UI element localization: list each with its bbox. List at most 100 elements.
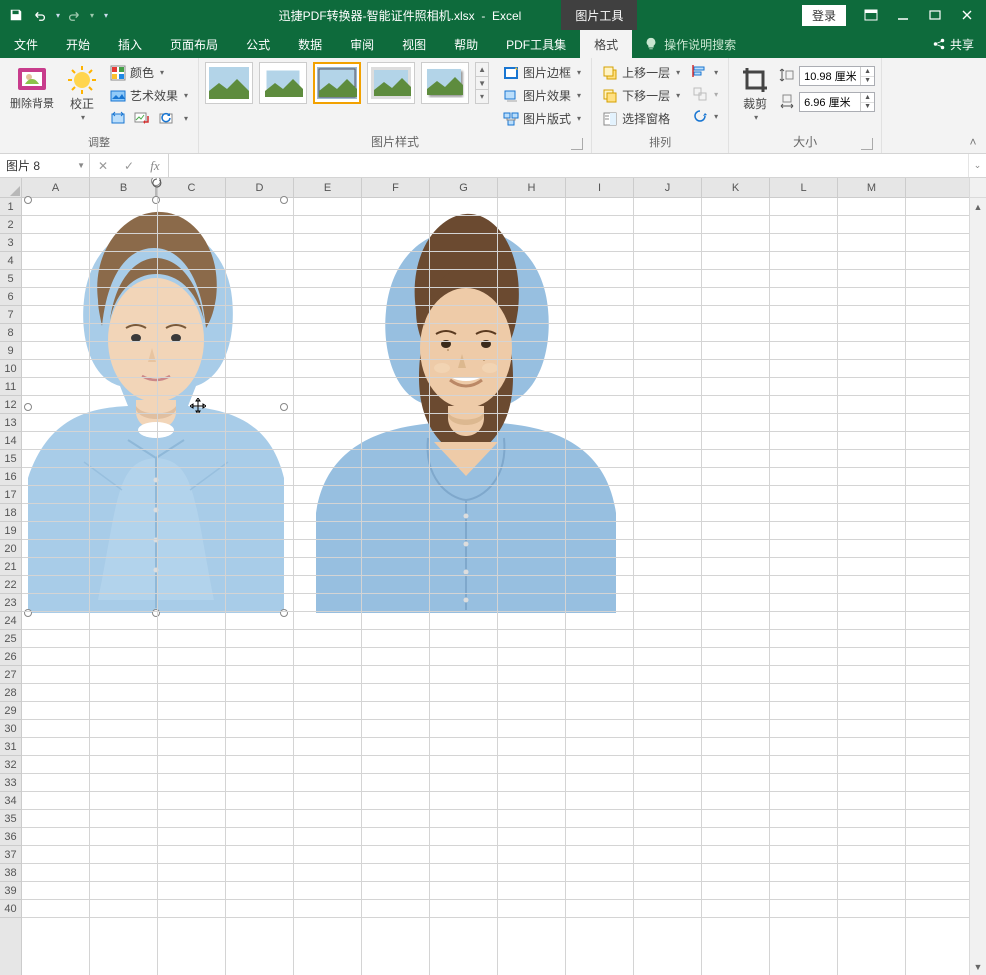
tab-formulas[interactable]: 公式 — [232, 30, 284, 58]
row-header[interactable]: 28 — [0, 684, 21, 702]
ribbon-display-icon[interactable] — [856, 2, 886, 28]
tab-insert[interactable]: 插入 — [104, 30, 156, 58]
bring-forward-button[interactable]: 上移一层 ▾ — [598, 62, 684, 83]
tab-format[interactable]: 格式 — [580, 30, 632, 58]
row-header[interactable]: 1 — [0, 198, 21, 216]
row-header[interactable]: 33 — [0, 774, 21, 792]
row-header[interactable]: 26 — [0, 648, 21, 666]
formula-bar[interactable] — [169, 154, 968, 177]
send-backward-button[interactable]: 下移一层 ▾ — [598, 85, 684, 106]
picture-border-button[interactable]: 图片边框 ▾ — [499, 62, 585, 83]
vertical-scrollbar[interactable]: ▲ ▼ — [969, 178, 986, 975]
tab-data[interactable]: 数据 — [284, 30, 336, 58]
row-header[interactable]: 19 — [0, 522, 21, 540]
share-button[interactable]: 共享 — [920, 30, 986, 58]
row-header[interactable]: 24 — [0, 612, 21, 630]
collapse-ribbon-icon[interactable]: ˄ — [964, 135, 982, 149]
column-header[interactable]: B — [90, 178, 158, 197]
minimize-icon[interactable] — [888, 2, 918, 28]
column-header[interactable]: M — [838, 178, 906, 197]
column-header[interactable]: D — [226, 178, 294, 197]
row-header[interactable]: 39 — [0, 882, 21, 900]
row-header[interactable]: 38 — [0, 864, 21, 882]
column-header[interactable]: G — [430, 178, 498, 197]
undo-dropdown[interactable]: ▾ — [56, 11, 60, 20]
row-header[interactable]: 34 — [0, 792, 21, 810]
corrections-button[interactable]: 校正▾ — [62, 62, 102, 126]
qat-customize[interactable]: ▾ — [104, 11, 108, 20]
row-header[interactable]: 23 — [0, 594, 21, 612]
style-thumb-3[interactable] — [313, 62, 361, 104]
picture-effects-button[interactable]: 图片效果 ▾ — [499, 85, 585, 106]
expand-formula-bar-icon[interactable]: ⌄ — [968, 154, 986, 177]
row-header[interactable]: 36 — [0, 828, 21, 846]
redo-icon[interactable] — [64, 5, 84, 25]
row-header[interactable]: 40 — [0, 900, 21, 918]
save-icon[interactable] — [6, 5, 26, 25]
inserted-picture-1[interactable] — [28, 200, 284, 613]
height-input[interactable]: ▲▼ — [799, 66, 875, 86]
crop-button[interactable]: 裁剪▾ — [735, 62, 775, 126]
color-button[interactable]: 颜色 ▾ — [106, 62, 192, 83]
column-header[interactable]: A — [22, 178, 90, 197]
row-header[interactable]: 5 — [0, 270, 21, 288]
tab-pdf[interactable]: PDF工具集 — [492, 30, 580, 58]
tab-help[interactable]: 帮助 — [440, 30, 492, 58]
style-thumb-2[interactable] — [259, 62, 307, 104]
column-header[interactable]: I — [566, 178, 634, 197]
row-header[interactable]: 4 — [0, 252, 21, 270]
size-launcher[interactable] — [861, 138, 873, 150]
row-header[interactable]: 6 — [0, 288, 21, 306]
column-header[interactable]: E — [294, 178, 362, 197]
remove-background-button[interactable]: 删除背景 — [6, 62, 58, 112]
row-header[interactable]: 22 — [0, 576, 21, 594]
cells[interactable] — [22, 198, 969, 975]
row-header[interactable]: 13 — [0, 414, 21, 432]
style-thumb-1[interactable] — [205, 62, 253, 104]
gallery-scroll[interactable]: ▲▼▾ — [475, 62, 489, 104]
reset-picture-icon[interactable] — [158, 110, 174, 126]
row-header[interactable]: 2 — [0, 216, 21, 234]
row-header[interactable]: 10 — [0, 360, 21, 378]
row-header[interactable]: 15 — [0, 450, 21, 468]
row-header[interactable]: 27 — [0, 666, 21, 684]
cancel-formula-icon[interactable]: ✕ — [90, 154, 116, 177]
row-header[interactable]: 14 — [0, 432, 21, 450]
row-header[interactable]: 9 — [0, 342, 21, 360]
name-box[interactable]: 图片 8▼ — [0, 154, 90, 177]
row-header[interactable]: 7 — [0, 306, 21, 324]
row-header[interactable]: 17 — [0, 486, 21, 504]
selection-pane-button[interactable]: 选择窗格 — [598, 108, 684, 129]
column-header[interactable]: K — [702, 178, 770, 197]
column-header[interactable]: F — [362, 178, 430, 197]
rotate-button[interactable]: ▾ — [688, 106, 722, 126]
row-header[interactable]: 29 — [0, 702, 21, 720]
enter-formula-icon[interactable]: ✓ — [116, 154, 142, 177]
column-header[interactable]: L — [770, 178, 838, 197]
row-header[interactable]: 11 — [0, 378, 21, 396]
change-picture-icon[interactable] — [134, 110, 150, 126]
login-button[interactable]: 登录 — [802, 5, 846, 26]
tab-home[interactable]: 开始 — [52, 30, 104, 58]
artistic-effects-button[interactable]: 艺术效果 ▾ — [106, 85, 192, 106]
row-header[interactable]: 20 — [0, 540, 21, 558]
maximize-icon[interactable] — [920, 2, 950, 28]
tab-page-layout[interactable]: 页面布局 — [156, 30, 232, 58]
row-header[interactable]: 21 — [0, 558, 21, 576]
row-header[interactable]: 31 — [0, 738, 21, 756]
style-thumb-5[interactable] — [421, 62, 469, 104]
tab-review[interactable]: 审阅 — [336, 30, 388, 58]
tab-view[interactable]: 视图 — [388, 30, 440, 58]
select-all-corner[interactable] — [0, 178, 21, 198]
row-header[interactable]: 3 — [0, 234, 21, 252]
style-thumb-4[interactable] — [367, 62, 415, 104]
picture-styles-gallery[interactable]: ▲▼▾ — [205, 62, 489, 104]
styles-launcher[interactable] — [571, 138, 583, 150]
row-header[interactable]: 18 — [0, 504, 21, 522]
row-header[interactable]: 12 — [0, 396, 21, 414]
close-icon[interactable] — [952, 2, 982, 28]
column-header[interactable]: C — [158, 178, 226, 197]
row-header[interactable]: 25 — [0, 630, 21, 648]
row-header[interactable]: 35 — [0, 810, 21, 828]
row-header[interactable]: 37 — [0, 846, 21, 864]
